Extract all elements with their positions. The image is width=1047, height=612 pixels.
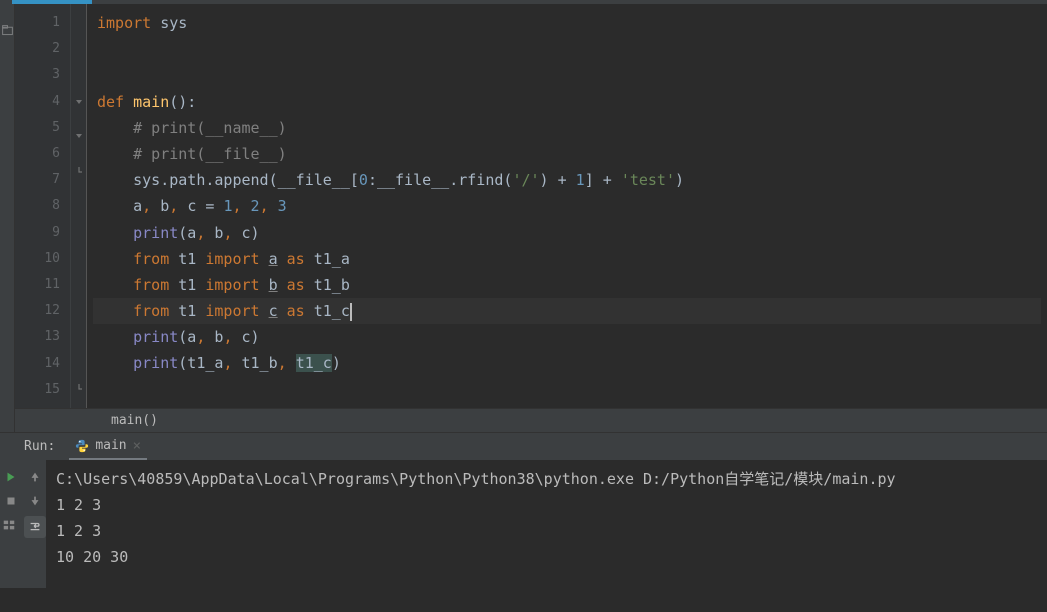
console-line: 10 20 30 (56, 544, 1037, 570)
code-line[interactable]: # print(__name__) (93, 115, 1041, 141)
code-line[interactable]: from t1 import b as t1_b (93, 272, 1041, 298)
project-icon[interactable] (1, 24, 14, 37)
console-output[interactable]: C:\Users\40859\AppData\Local\Programs\Py… (46, 460, 1047, 588)
line-number: 10 (15, 246, 60, 272)
code-line[interactable] (93, 36, 1041, 62)
fold-end-icon (74, 382, 84, 392)
run-panel: Run: main × (0, 432, 1047, 588)
code-editor[interactable]: 12345678910111213141516 import sysdef ma… (15, 4, 1047, 408)
breadcrumb[interactable]: main() (15, 408, 1047, 432)
line-number: 6 (15, 141, 60, 167)
editor-container: 12345678910111213141516 import sysdef ma… (15, 4, 1047, 432)
code-line[interactable]: a, b, c = 1, 2, 3 (93, 193, 1041, 219)
line-number: 3 (15, 62, 60, 88)
line-number: 8 (15, 193, 60, 219)
code-line[interactable]: print(t1_a, t1_b, t1_c) (93, 350, 1041, 376)
fold-cell[interactable] (71, 62, 86, 88)
line-number: 14 (15, 351, 60, 377)
stop-button[interactable] (2, 492, 20, 510)
code-area[interactable]: import sysdef main(): # print(__name__) … (87, 4, 1047, 408)
soft-wrap-button[interactable] (24, 516, 46, 538)
code-line[interactable] (93, 62, 1041, 88)
run-toolbar (0, 460, 46, 588)
console-line: C:\Users\40859\AppData\Local\Programs\Py… (56, 466, 1037, 492)
fold-cell[interactable] (71, 97, 86, 123)
rerun-button[interactable] (2, 468, 20, 486)
main-area: 12345678910111213141516 import sysdef ma… (0, 4, 1047, 432)
fold-open-icon[interactable] (74, 97, 84, 107)
line-number: 4 (15, 89, 60, 115)
run-tab-main[interactable]: main × (69, 434, 147, 460)
code-line[interactable]: print(a, b, c) (93, 220, 1041, 246)
console-line: 1 2 3 (56, 518, 1037, 544)
run-label: Run: (24, 439, 55, 454)
code-line[interactable]: sys.path.append(__file__[0:__file__.rfin… (93, 167, 1041, 193)
fold-cell[interactable] (71, 10, 86, 36)
code-line[interactable] (93, 377, 1041, 403)
breadcrumb-item[interactable]: main() (111, 413, 158, 428)
line-number: 7 (15, 167, 60, 193)
fold-cell[interactable] (71, 382, 86, 408)
line-number: 5 (15, 115, 60, 141)
up-button[interactable] (26, 468, 44, 486)
fold-cell[interactable] (71, 36, 86, 62)
run-header: Run: main × (0, 433, 1047, 460)
close-icon[interactable]: × (133, 438, 141, 454)
fold-gutter[interactable] (71, 4, 87, 408)
code-line[interactable]: def main(): (93, 89, 1041, 115)
line-number: 15 (15, 377, 60, 403)
fold-cell[interactable] (71, 244, 86, 270)
fold-cell[interactable] (71, 165, 86, 191)
fold-cell[interactable] (71, 348, 86, 374)
line-number: 13 (15, 324, 60, 350)
caret (350, 303, 352, 321)
fold-cell[interactable] (71, 217, 86, 243)
fold-cell[interactable] (71, 296, 86, 322)
down-button[interactable] (26, 492, 44, 510)
left-sidebar[interactable] (0, 4, 15, 432)
line-number: 12 (15, 298, 60, 324)
code-line[interactable]: from t1 import a as t1_a (93, 246, 1041, 272)
fold-cell[interactable] (71, 131, 86, 157)
layout-button[interactable] (0, 516, 18, 534)
console-line: 1 2 3 (56, 492, 1037, 518)
fold-end-icon (74, 165, 84, 175)
code-line[interactable]: print(a, b, c) (93, 324, 1041, 350)
code-line[interactable]: import sys (93, 10, 1041, 36)
line-number: 11 (15, 272, 60, 298)
line-number-gutter: 12345678910111213141516 (15, 4, 71, 408)
line-number: 9 (15, 220, 60, 246)
code-line[interactable]: # print(__file__) (93, 141, 1041, 167)
python-icon (75, 439, 89, 453)
run-body: C:\Users\40859\AppData\Local\Programs\Py… (0, 460, 1047, 588)
line-number: 2 (15, 36, 60, 62)
fold-open-icon[interactable] (74, 131, 84, 141)
fold-cell[interactable] (71, 191, 86, 217)
code-line[interactable] (93, 403, 1041, 408)
code-line[interactable]: from t1 import c as t1_c (93, 298, 1041, 324)
fold-cell[interactable] (71, 270, 86, 296)
line-number: 1 (15, 10, 60, 36)
run-tab-label: main (95, 438, 126, 453)
fold-cell[interactable] (71, 322, 86, 348)
